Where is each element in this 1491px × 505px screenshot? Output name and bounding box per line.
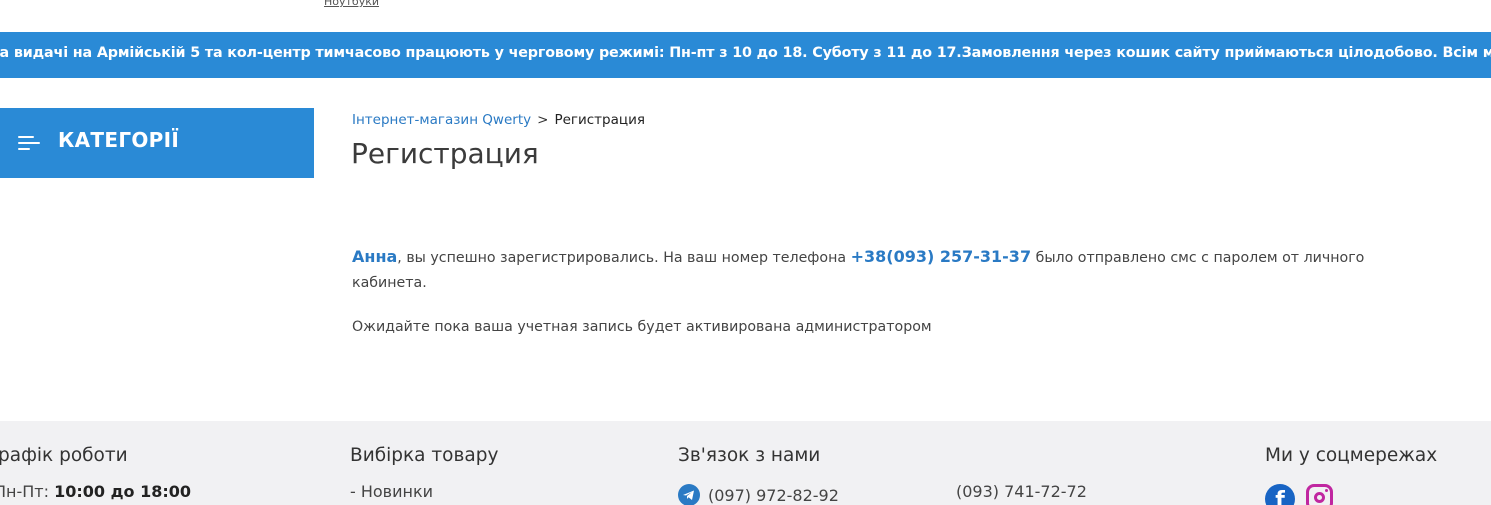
instagram-icon[interactable] [1306,484,1333,505]
message-text-part1: , вы успешно зарегистрировались. На ваш … [397,250,851,266]
breadcrumb-separator: > [537,112,549,128]
user-phone-link[interactable]: +38(093) 257-31-37 [851,247,1031,266]
page-title: Регистрация [351,137,539,170]
user-name-link[interactable]: Анна [352,247,397,266]
announcement-banner: ка видачі на Армійській 5 та кол-центр т… [0,32,1491,78]
schedule-days: Пн-Пт: [0,482,55,501]
banner-text: ка видачі на Армійській 5 та кол-центр т… [0,45,1491,61]
footer: рафік роботи Пн-Пт: 10:00 до 18:00 Вибір… [0,421,1491,505]
activation-pending-message: Ожидайте пока ваша учетная запись будет … [352,319,932,335]
telegram-icon [678,484,700,505]
schedule-hours: 10:00 до 18:00 [54,482,192,501]
categories-button[interactable]: КАТЕГОРІЇ [0,108,314,178]
footer-phone-2[interactable]: (093) 741-72-72 [956,482,1087,501]
facebook-icon[interactable]: f [1265,484,1295,505]
breadcrumb-current: Регистрация [554,112,645,128]
footer-schedule-heading: рафік роботи [0,445,128,466]
footer-contacts-heading: Зв'язок з нами [678,445,821,466]
registration-success-message: Анна, вы успешно зарегистрировались. На … [352,244,1412,296]
nav-link-laptops[interactable]: Ноутбуки [324,0,379,8]
footer-selection-heading: Вибірка товару [350,445,499,466]
footer-phone-1[interactable]: (097) 972-82-92 [678,484,839,505]
menu-icon [18,134,40,152]
categories-label: КАТЕГОРІЇ [58,128,180,152]
footer-phone-1-text: (097) 972-82-92 [708,486,839,505]
breadcrumb: Інтернет-магазин Qwerty > Регистрация [352,112,645,128]
footer-schedule-row: Пн-Пт: 10:00 до 18:00 [0,482,191,501]
breadcrumb-home-link[interactable]: Інтернет-магазин Qwerty [352,112,531,128]
footer-social-heading: Ми у соцмережах [1265,445,1438,466]
footer-link-new[interactable]: - Новинки [350,482,433,501]
